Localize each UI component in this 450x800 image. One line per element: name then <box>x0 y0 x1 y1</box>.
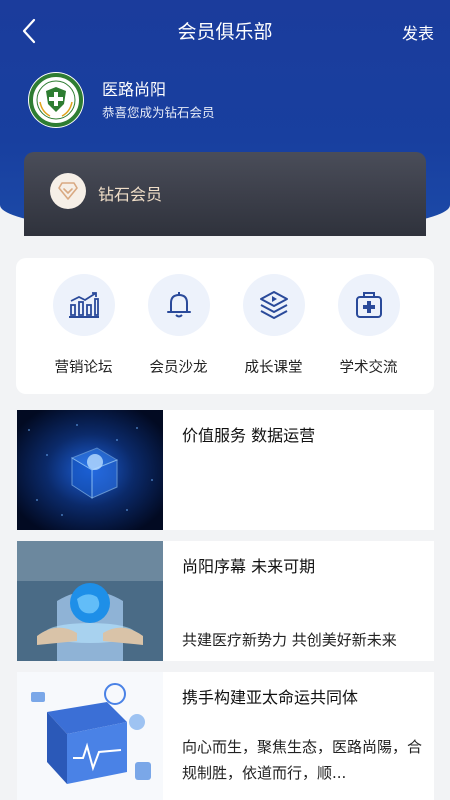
article-title: 携手构建亚太命运共同体 <box>182 688 359 707</box>
globe-hands-image-icon <box>17 541 163 661</box>
article-thumbnail <box>17 410 163 530</box>
membership-status: 恭喜您成为钻石会员 <box>102 105 215 120</box>
menu-label: 学术交流 <box>339 360 398 376</box>
medical-kit-icon <box>355 292 382 318</box>
avatar[interactable] <box>28 72 84 128</box>
article-title: 尚阳序幕 未来可期 <box>182 557 316 576</box>
article-card[interactable]: 尚阳序幕 未来可期 共建医疗新势力 共创美好新未来 <box>17 541 434 661</box>
page-title: 会员俱乐部 <box>177 21 273 43</box>
menu-icon-wrap <box>52 274 115 336</box>
vip-card[interactable]: 钻石会员 <box>24 152 426 236</box>
article-card[interactable]: 携手构建亚太命运共同体 向心而生，聚焦生态，医路尚陽，合规制胜，依道而行，顺..… <box>17 672 434 800</box>
menu-label: 会员沙龙 <box>149 360 208 376</box>
menu-icon-wrap <box>337 274 400 336</box>
club-logo-icon <box>29 73 83 127</box>
menu-item-member-salon[interactable]: 会员沙龙 <box>131 274 226 384</box>
article-title: 价值服务 数据运营 <box>182 426 316 445</box>
vip-level-label: 钻石会员 <box>98 185 163 204</box>
medical-devices-image-icon <box>17 672 163 800</box>
article-description: 向心而生，聚焦生态，医路尚陽，合规制胜，依道而行，顺... <box>182 738 423 782</box>
article-thumbnail <box>17 541 163 661</box>
menu-item-growth-class[interactable]: 成长课堂 <box>226 274 321 384</box>
user-profile: 医路尚阳 恭喜您成为钻石会员 <box>28 72 428 128</box>
diamond-icon <box>58 182 78 200</box>
feature-menu: 营销论坛 会员沙龙 成长课堂 学术交流 <box>16 258 434 394</box>
navbar: 会员俱乐部 发表 <box>0 0 450 62</box>
vip-badge <box>50 173 86 209</box>
user-name: 医路尚阳 <box>102 80 167 99</box>
publish-button[interactable]: 发表 <box>402 20 434 44</box>
menu-item-marketing-forum[interactable]: 营销论坛 <box>36 274 131 384</box>
article-description: 共建医疗新势力 共创美好新未来 <box>182 631 397 649</box>
bell-icon <box>166 292 191 318</box>
menu-icon-wrap <box>242 274 305 336</box>
chart-icon <box>68 292 99 318</box>
menu-icon-wrap <box>147 274 210 336</box>
article-thumbnail <box>17 672 163 800</box>
menu-item-academic-exchange[interactable]: 学术交流 <box>321 274 416 384</box>
article-card[interactable]: 价值服务 数据运营 <box>17 410 434 530</box>
video-stack-icon <box>259 291 288 319</box>
menu-label: 成长课堂 <box>244 360 303 376</box>
menu-label: 营销论坛 <box>54 360 113 376</box>
data-network-image-icon <box>17 410 163 530</box>
